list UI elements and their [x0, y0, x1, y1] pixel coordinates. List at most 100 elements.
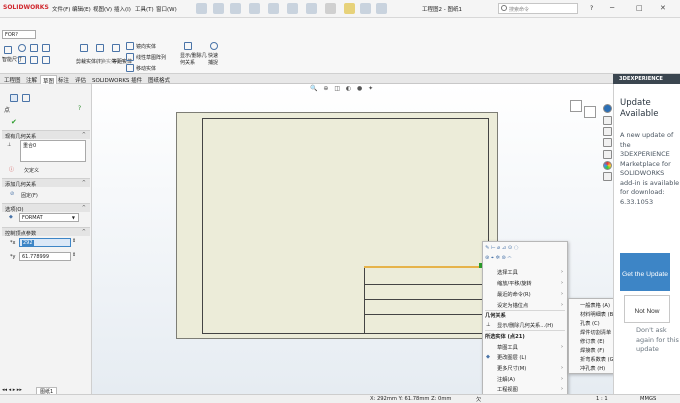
rectangle-icon[interactable]: [18, 56, 26, 64]
help-circle-icon[interactable]: ?: [78, 105, 81, 112]
menu-tools[interactable]: 工具(T): [135, 5, 154, 13]
existing-relations-list[interactable]: 重合0: [20, 140, 86, 162]
chevron-right-icon: ›: [561, 365, 563, 371]
property-manager-tab-icon[interactable]: [10, 94, 18, 102]
offset-icon[interactable]: [112, 44, 120, 52]
collapse-chevron-icon[interactable]: ^: [82, 132, 86, 138]
menu-insert[interactable]: 插入(I): [114, 5, 131, 13]
feature-tree-tab-icon[interactable]: [22, 94, 30, 102]
gear-icon[interactable]: [376, 3, 387, 14]
restore-viewport-icon[interactable]: [570, 100, 582, 112]
menu-show-delete-relations[interactable]: 显示/删除几何关系...(H): [497, 322, 553, 329]
collapse-chevron-icon[interactable]: ^: [82, 229, 86, 235]
menu-drawing-views[interactable]: 工程视图: [497, 386, 518, 393]
menu-view[interactable]: 视图(V): [93, 5, 112, 13]
unit-system[interactable]: MMGS: [640, 396, 656, 402]
heads-up-toolbar[interactable]: 🔍 ⊕ ◫ ◐ ● ✦: [310, 85, 375, 92]
slot-icon[interactable]: [30, 56, 38, 64]
polygon-icon[interactable]: [42, 56, 50, 64]
context-toolbar-row2[interactable]: ⊛ ⌖ ✲ ⊚ ⌒: [485, 255, 512, 262]
cursor-coordinates: X: 292mm Y: 61.78mm Z: 0mm: [370, 396, 452, 402]
x-spinner-icon[interactable]: ⇕: [72, 238, 76, 244]
menu-select-tools[interactable]: 选择工具: [497, 269, 518, 276]
collapse-chevron-icon[interactable]: ^: [82, 180, 86, 186]
submenu-bom[interactable]: 材料明细表 (B): [580, 311, 615, 318]
arc-icon[interactable]: [30, 44, 38, 52]
smart-dimension-icon[interactable]: [4, 46, 12, 54]
print-icon[interactable]: [268, 3, 279, 14]
search-input[interactable]: 搜索命令: [498, 3, 578, 14]
linear-pattern-icon[interactable]: [126, 53, 134, 61]
collapse-chevron-icon[interactable]: ^: [82, 205, 86, 211]
minimize-icon[interactable]: ─: [610, 4, 614, 12]
menu-annotations[interactable]: 注解(A): [497, 376, 515, 383]
submenu-general-table[interactable]: 一般表格 (A): [580, 302, 610, 309]
relations-label: 显示/删除几何关系: [180, 53, 207, 66]
title-block[interactable]: [364, 266, 489, 334]
menu-more-dimensions[interactable]: 更多尺寸(M): [497, 365, 526, 372]
y-coordinate-input[interactable]: 61.778999: [19, 252, 71, 261]
y-spinner-icon[interactable]: ⇕: [72, 252, 76, 258]
close-icon[interactable]: ✕: [660, 4, 666, 12]
x-coordinate-input[interactable]: 292: [19, 238, 71, 247]
file-properties-icon[interactable]: [360, 3, 371, 14]
design-library-icon[interactable]: [603, 127, 612, 136]
parameters-title: 控制顶点参数: [5, 230, 37, 237]
help-icon[interactable]: ?: [590, 5, 593, 12]
circle-icon[interactable]: [18, 44, 26, 52]
select-icon[interactable]: [325, 3, 336, 14]
menu-change-layer[interactable]: 更改图层 (L): [497, 354, 526, 361]
redo-icon[interactable]: [306, 3, 317, 14]
add-relations-header[interactable]: 添加几何关系 ^: [2, 178, 90, 188]
submenu-weld-table[interactable]: 焊接表 (F): [580, 347, 604, 354]
get-update-button[interactable]: Get the Update: [620, 253, 670, 291]
quick-snap-icon[interactable]: [210, 42, 218, 50]
ok-icon[interactable]: ✔: [11, 118, 17, 126]
menu-file[interactable]: 文件(F): [52, 5, 70, 13]
viewport-corner-icon[interactable]: [584, 106, 596, 118]
fix-relation-button[interactable]: 固定(F): [21, 192, 38, 199]
mirror-icon[interactable]: [126, 42, 134, 50]
menu-edit[interactable]: 编辑(E): [72, 5, 91, 13]
info-icon: ⓘ: [9, 167, 15, 173]
resources-home-icon[interactable]: [603, 116, 612, 125]
maximize-icon[interactable]: □: [636, 4, 643, 12]
menu-zoom-pan-rotate[interactable]: 缩放/平移/旋转: [497, 280, 532, 287]
sheet-scale[interactable]: 1 : 1: [596, 396, 608, 402]
dont-ask-again-link[interactable]: Don't ask again for this update: [636, 326, 680, 355]
submenu-punch-table[interactable]: 冲孔表 (H): [580, 365, 605, 372]
trim-icon[interactable]: [80, 44, 88, 52]
home-icon[interactable]: [196, 3, 207, 14]
not-now-button[interactable]: Not Now: [624, 295, 670, 323]
open-file-icon[interactable]: [230, 3, 241, 14]
convert-icon[interactable]: [96, 44, 104, 52]
format-combo[interactable]: FOR?: [2, 30, 36, 39]
existing-relations-header[interactable]: 现有几何关系 ^: [2, 130, 90, 140]
layer-select[interactable]: FORMAT ▼: [19, 213, 79, 222]
context-toolbar[interactable]: ✎ ⊢ ⌀ ⊿ ⊙ ◌: [485, 245, 518, 251]
spline-icon[interactable]: [42, 44, 50, 52]
quick-snap-label: 快速捕捉: [208, 53, 219, 66]
custom-properties-icon[interactable]: [603, 172, 612, 181]
submenu-bend-table[interactable]: 折弯系数表 (G): [580, 356, 616, 363]
menu-window[interactable]: 窗口(W): [156, 5, 177, 13]
appearances-icon[interactable]: [603, 161, 612, 170]
menu-recent-commands[interactable]: 最近的命令(R): [497, 291, 531, 298]
view-palette-icon[interactable]: [603, 150, 612, 159]
new-file-icon[interactable]: [213, 3, 224, 14]
menu-sketch-tools[interactable]: 草图工具: [497, 344, 518, 351]
options-header[interactable]: 选项(O) ^: [2, 203, 90, 213]
sheet-nav-icons[interactable]: ◂◂ ◂ ▸ ▸▸: [2, 387, 22, 393]
undo-icon[interactable]: [287, 3, 298, 14]
relation-item[interactable]: 重合0: [23, 143, 36, 149]
submenu-hole-table[interactable]: 孔表 (C): [580, 320, 600, 327]
move-icon[interactable]: [126, 64, 134, 72]
submenu-revision-table[interactable]: 修订表 (E): [580, 338, 605, 345]
save-icon[interactable]: [249, 3, 260, 14]
file-explorer-icon[interactable]: [603, 138, 612, 147]
relations-icon[interactable]: [184, 42, 192, 50]
menu-set-anchor[interactable]: 设定为锚位点: [497, 302, 528, 309]
parameters-header[interactable]: 控制顶点参数 ^: [2, 227, 90, 237]
traffic-light-icon[interactable]: [344, 3, 355, 14]
3dexperience-icon[interactable]: [603, 104, 612, 113]
